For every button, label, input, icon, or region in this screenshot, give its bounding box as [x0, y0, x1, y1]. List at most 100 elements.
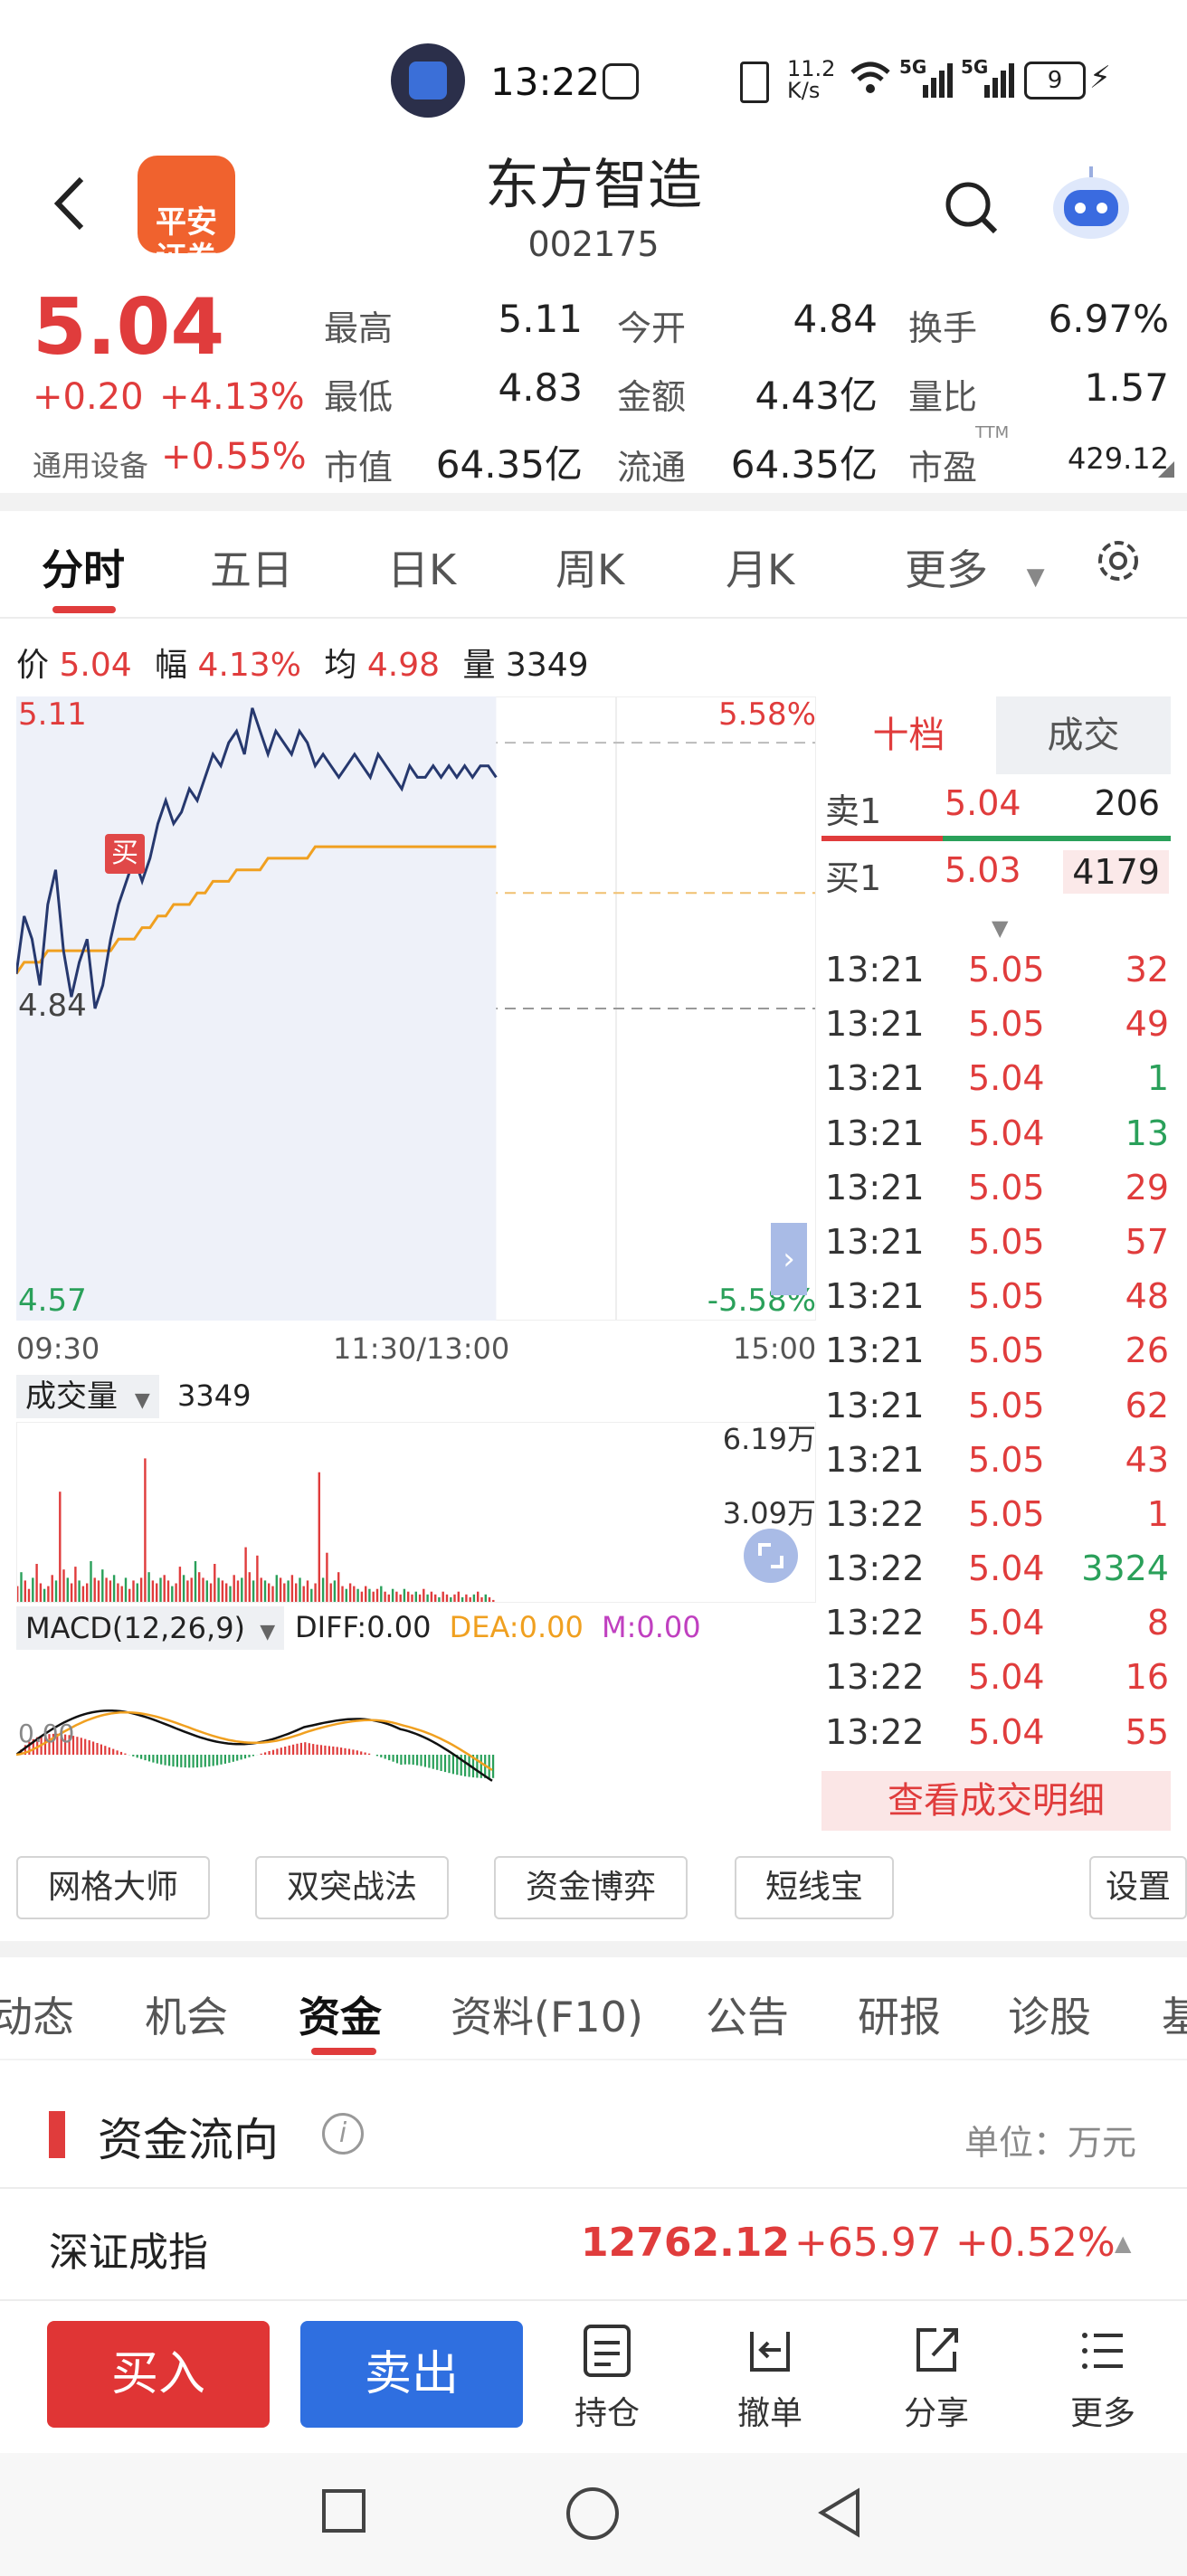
- tab-research[interactable]: 研报: [858, 1984, 941, 2044]
- sell-button[interactable]: 卖出: [300, 2321, 523, 2428]
- volume-bar: [128, 1588, 131, 1603]
- volume-bar: [423, 1588, 425, 1603]
- volume-bar: [186, 1580, 189, 1603]
- recent-apps-button[interactable]: [322, 2489, 366, 2533]
- macd-selector[interactable]: MACD(12,26,9) ▼: [16, 1606, 285, 1650]
- volume-bar: [387, 1594, 390, 1603]
- tick-volume: 32: [1125, 950, 1169, 990]
- fullscreen-button[interactable]: [744, 1529, 798, 1583]
- search-button[interactable]: [941, 177, 1001, 237]
- volume-bar: [236, 1580, 240, 1603]
- tab-news[interactable]: 动态: [0, 1984, 74, 2044]
- macd-bar: [160, 1755, 163, 1765]
- buy-marker[interactable]: 买: [105, 834, 145, 874]
- ai-assistant-button[interactable]: [1049, 165, 1133, 242]
- volume-bar: [97, 1580, 100, 1603]
- settings-gear-icon[interactable]: [1093, 535, 1144, 586]
- macd-bar: [420, 1755, 423, 1766]
- volume-bar: [457, 1591, 460, 1603]
- sector-name[interactable]: 通用设备: [33, 443, 148, 485]
- macd-bar: [180, 1755, 183, 1767]
- intraday-price-chart[interactable]: [16, 696, 816, 1321]
- macd-bar: [451, 1755, 454, 1775]
- macd-bar: [268, 1751, 271, 1755]
- volume-bar: [310, 1588, 313, 1603]
- volume-bar: [144, 1458, 147, 1603]
- tool-short-line[interactable]: 短线宝: [735, 1856, 894, 1919]
- macd-bar: [168, 1755, 171, 1766]
- tick-volume: 1: [1146, 1058, 1169, 1099]
- volume-bar: [229, 1586, 232, 1603]
- back-button[interactable]: [43, 172, 98, 235]
- tool-double-breakout[interactable]: 双突战法: [255, 1856, 449, 1919]
- back-nav-button[interactable]: [814, 2486, 865, 2540]
- tab-daily-k[interactable]: 日K: [387, 537, 456, 597]
- tick-price: 5.05: [968, 1331, 1045, 1371]
- open-value: 4.84: [793, 297, 878, 341]
- high-value: 5.11: [498, 297, 583, 341]
- volume-selector[interactable]: 成交量 ▼: [16, 1375, 159, 1418]
- expand-corner-icon[interactable]: [1158, 461, 1174, 478]
- macd-bar: [416, 1755, 419, 1766]
- volume-bar: [171, 1586, 174, 1603]
- tick-time: 13:21: [825, 1058, 925, 1099]
- macd-bar: [352, 1749, 355, 1755]
- tab-f10[interactable]: 资料(F10): [451, 1984, 643, 2044]
- home-button[interactable]: [566, 2487, 619, 2540]
- macd-bar: [76, 1737, 79, 1755]
- tab-ten-level[interactable]: 十档: [821, 696, 996, 774]
- undo-icon: [750, 2332, 790, 2372]
- macd-bar: [136, 1755, 138, 1758]
- macd-bar: [119, 1751, 123, 1755]
- tab-monthly-k[interactable]: 月K: [726, 537, 794, 597]
- volume-bar: [147, 1572, 150, 1603]
- share-button[interactable]: 分享: [887, 2323, 986, 2434]
- tool-settings[interactable]: 设置: [1089, 1856, 1187, 1919]
- tab-five-day[interactable]: 五日: [210, 537, 293, 597]
- macd-bar: [80, 1738, 82, 1755]
- index-bar[interactable]: 深证成指 12762.12 +65.97 +0.52% ▲: [0, 2189, 1187, 2299]
- volume-bar: [279, 1577, 282, 1603]
- tab-funds[interactable]: 资金: [299, 1984, 382, 2044]
- tab-announcements[interactable]: 公告: [706, 1984, 789, 2044]
- volume-bar: [411, 1594, 413, 1603]
- buy-button[interactable]: 买入: [47, 2321, 270, 2428]
- tab-intraday[interactable]: 分时: [42, 537, 125, 597]
- volume-bar: [51, 1575, 53, 1603]
- volume-bar: [20, 1572, 23, 1603]
- view-trade-details-button[interactable]: 查看成交明细: [821, 1771, 1171, 1831]
- volume-bar: [333, 1580, 337, 1603]
- macd-bar: [240, 1755, 242, 1760]
- robot-icon: [1053, 166, 1129, 239]
- macd-bar: [204, 1755, 206, 1767]
- cancel-order-button[interactable]: 撤单: [720, 2323, 820, 2434]
- chart-expand-handle[interactable]: ›: [771, 1223, 807, 1295]
- tick-price: 5.05: [968, 950, 1045, 990]
- tab-diagnosis[interactable]: 诊股: [1008, 1984, 1091, 2044]
- index-value: 12762.12: [581, 2220, 791, 2266]
- tick-volume: 49: [1125, 1004, 1169, 1045]
- collapse-arrow-icon[interactable]: ▼: [992, 915, 1008, 941]
- tick-time: 13:21: [825, 1004, 925, 1045]
- volume-bar: [225, 1583, 228, 1603]
- vol-ratio-label: 量比: [908, 377, 978, 417]
- info-icon[interactable]: i: [322, 2113, 364, 2155]
- macd-bar: [308, 1743, 310, 1755]
- volume-bar: [105, 1577, 108, 1603]
- tab-fund-partial[interactable]: 基: [1162, 1984, 1187, 2044]
- tab-more[interactable]: 更多 ▼: [905, 537, 1045, 597]
- tool-grid-master[interactable]: 网格大师: [16, 1856, 210, 1919]
- tool-fund-game[interactable]: 资金博弈: [494, 1856, 688, 1919]
- tick-time: 13:21: [825, 1439, 925, 1480]
- macd-bar: [216, 1755, 219, 1766]
- more-button[interactable]: 更多: [1053, 2323, 1153, 2434]
- volume-bar: [62, 1569, 65, 1603]
- back-arrow-icon: [53, 176, 84, 231]
- tab-opportunity[interactable]: 机会: [145, 1984, 228, 2044]
- fund-flow-title: 资金流向: [98, 2114, 279, 2166]
- macd-bar: [328, 1746, 330, 1755]
- tab-trades[interactable]: 成交: [996, 696, 1171, 774]
- position-button[interactable]: 持仓: [557, 2323, 657, 2434]
- tick-time: 13:21: [825, 1331, 925, 1371]
- tab-weekly-k[interactable]: 周K: [556, 537, 624, 597]
